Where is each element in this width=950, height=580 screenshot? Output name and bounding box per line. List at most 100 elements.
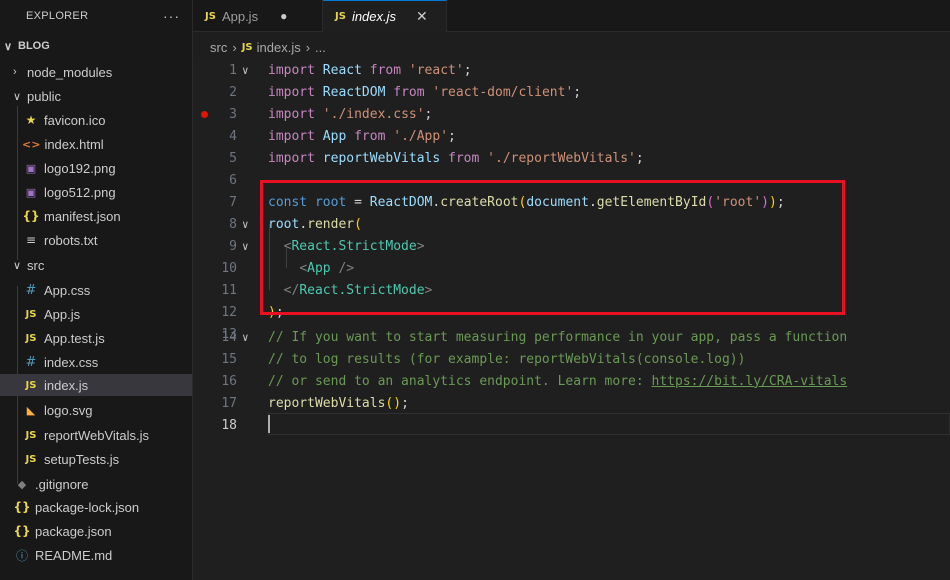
tree-item-label: App.test.js (44, 330, 105, 346)
tree-item-label: .gitignore (35, 476, 89, 492)
svg-file-icon: ◣ (26, 403, 36, 417)
more-actions-icon[interactable]: ··· (163, 8, 180, 24)
tree-item-label: logo192.png (44, 160, 116, 176)
tree-file-app-test-js[interactable]: JS App.test.js (0, 327, 192, 349)
tree-folder-src[interactable]: ∨ src (0, 254, 192, 276)
tree-file-logo512[interactable]: ▣ logo512.png (0, 181, 192, 203)
tree-item-label: manifest.json (44, 208, 121, 224)
comment-link[interactable]: https://bit.ly/CRA-vitals (652, 374, 848, 389)
code-text: import App from './App'; (268, 129, 456, 144)
tree-item-label: public (27, 88, 61, 104)
code-line-current[interactable]: 18 (193, 414, 950, 436)
tree-folder-blog[interactable]: ∨ BLOG (0, 35, 192, 57)
image-file-icon: ▣ (25, 185, 37, 199)
unsaved-dot-icon[interactable]: ● (280, 9, 287, 23)
code-line[interactable]: 1 ∨ import React from 'react'; (193, 59, 950, 81)
line-number: 6 (229, 172, 237, 188)
code-token: ; (463, 62, 472, 78)
annotation-highlight-box (260, 180, 845, 315)
js-file-icon: JS (25, 429, 37, 441)
tab-index-js[interactable]: JS index.js ✕ (323, 0, 447, 32)
tree-file-report-web-vitals[interactable]: JS reportWebVitals.js (0, 424, 192, 446)
tree-file-favicon[interactable]: ★ favicon.ico (0, 109, 192, 131)
code-comment: // or send to an analytics endpoint. Lea… (268, 374, 847, 389)
code-token: React (322, 62, 362, 78)
chevron-right-icon: › (305, 39, 311, 55)
tree-file-app-css[interactable]: # App.css (0, 279, 192, 301)
json-file-icon: {} (13, 524, 31, 538)
chevron-right-icon: › (232, 39, 237, 55)
tree-file-logo192[interactable]: ▣ logo192.png (0, 157, 192, 179)
code-token: from (354, 128, 386, 144)
breadcrumb-symbols[interactable]: ... (315, 40, 326, 55)
line-number: 8 (229, 216, 237, 232)
tree-item-label: index.html (44, 136, 104, 152)
code-token: 'react' (408, 62, 464, 78)
code-line[interactable]: 16 // or send to an analytics endpoint. … (193, 370, 950, 392)
chevron-right-icon: › (13, 66, 17, 78)
code-token: import (268, 150, 315, 166)
tree-file-manifest[interactable]: {} manifest.json (0, 205, 192, 227)
tree-file-package-lock[interactable]: {} package-lock.json (0, 496, 192, 518)
code-token: import (268, 106, 315, 122)
favicon-file-icon: ★ (25, 113, 37, 127)
tree-file-gitignore[interactable]: ◆ .gitignore (0, 473, 192, 495)
css-file-icon: # (25, 282, 37, 298)
js-file-icon: JS (205, 10, 216, 22)
close-icon[interactable]: ✕ (416, 8, 428, 25)
code-token: from (393, 84, 425, 100)
code-text: import './index.css'; (268, 107, 432, 122)
tree-item-label: src (27, 257, 45, 273)
line-number: 18 (221, 417, 237, 433)
tree-file-index-js[interactable]: JS index.js (0, 374, 192, 396)
tree-file-package-json[interactable]: {} package.json (0, 520, 192, 542)
tree-item-label: logo512.png (44, 184, 116, 200)
tab-app-js[interactable]: JS App.js ● (193, 0, 323, 32)
tree-item-label: package-lock.json (35, 499, 140, 515)
code-token: ; (424, 106, 433, 122)
code-editor[interactable]: 1 ∨ import React from 'react'; 2 import … (193, 58, 950, 580)
code-text: import React from 'react'; (268, 63, 472, 78)
tree-item-label: App.css (44, 282, 91, 298)
tree-file-app-js[interactable]: JS App.js (0, 303, 192, 325)
line-number: 15 (221, 351, 237, 367)
js-file-icon: JS (25, 308, 37, 320)
tree-file-index-css[interactable]: # index.css (0, 351, 192, 373)
image-file-icon: ▣ (25, 161, 37, 175)
fold-chevron-icon[interactable]: ∨ (237, 64, 268, 77)
code-token: 'react-dom/client' (432, 84, 574, 100)
line-number: 17 (221, 395, 237, 411)
tree-item-label: node_modules (27, 64, 113, 80)
code-line[interactable]: 17 reportWebVitals(); (193, 392, 950, 414)
line-number: 11 (221, 282, 237, 298)
line-number: 16 (221, 373, 237, 389)
tree-folder-node-modules[interactable]: › node_modules (0, 61, 192, 83)
code-text: reportWebVitals(); (268, 396, 409, 411)
code-token: // or send to an analytics endpoint. Lea… (268, 373, 652, 389)
tree-file-index-html[interactable]: <> index.html (0, 133, 192, 155)
code-line[interactable]: 2 import ReactDOM from 'react-dom/client… (193, 81, 950, 103)
tree-file-setup-tests[interactable]: JS setupTests.js (0, 448, 192, 470)
code-line[interactable]: 15 // to log results (for example: repor… (193, 348, 950, 370)
tree-item-label: package.json (35, 523, 112, 539)
code-line[interactable]: 14 ∨ // If you want to start measuring p… (193, 326, 950, 348)
tree-file-logo-svg[interactable]: ◣ logo.svg (0, 399, 192, 421)
code-text: import reportWebVitals from './reportWeb… (268, 151, 644, 166)
fold-chevron-icon[interactable]: ∨ (237, 331, 268, 344)
js-file-icon: JS (335, 11, 346, 22)
info-file-icon: ⓘ (15, 548, 28, 563)
code-line[interactable]: 4 import App from './App'; (193, 125, 950, 147)
tree-file-robots[interactable]: ≡ robots.txt (0, 229, 192, 251)
code-line[interactable]: 5 import reportWebVitals from './reportW… (193, 147, 950, 169)
tree-folder-public[interactable]: ∨ public (0, 85, 192, 107)
breadcrumb-file[interactable]: index.js (257, 40, 301, 55)
code-token: ReactDOM (322, 84, 386, 100)
tab-label: index.js (351, 9, 397, 24)
breakpoint-dot-icon[interactable] (201, 111, 208, 118)
tree-item-label: setupTests.js (44, 451, 120, 467)
tree-item-label: BLOG (18, 40, 50, 52)
code-line[interactable]: 3 import './index.css'; (193, 103, 950, 125)
tree-file-readme[interactable]: ⓘ README.md (0, 544, 192, 566)
breadcrumb-folder[interactable]: src (210, 40, 227, 55)
tree-item-label: logo.svg (44, 402, 93, 418)
